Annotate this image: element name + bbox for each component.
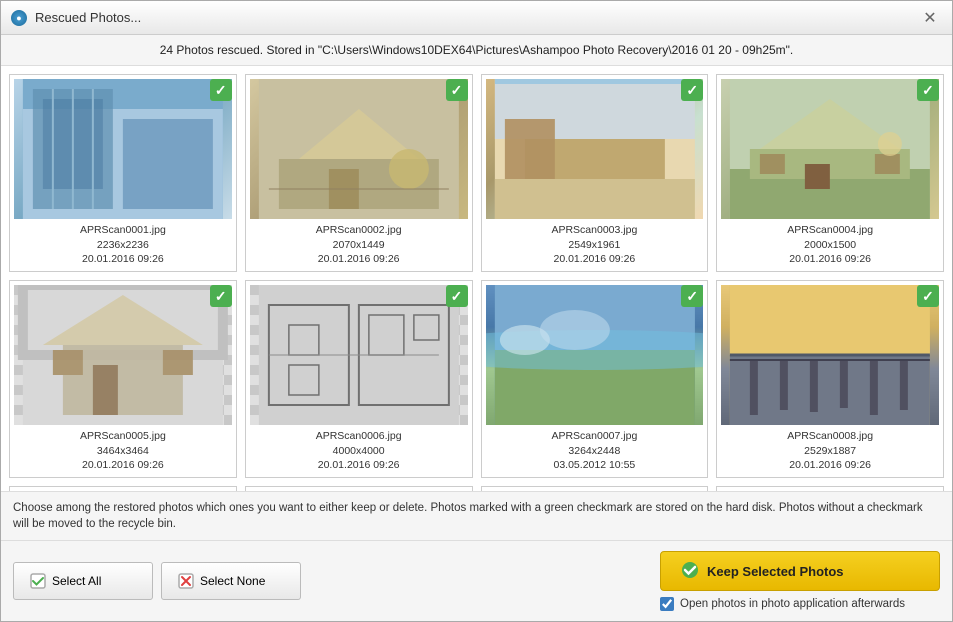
open-after-checkbox-label[interactable]: Open photos in photo application afterwa… [660,597,905,611]
photo-dims: 2236x2236 [80,238,166,253]
select-all-button[interactable]: Select All [13,562,153,600]
select-all-label: Select All [52,574,101,588]
photo-info: APRScan0005.jpg 3464x3464 20.01.2016 09:… [80,429,166,473]
keep-selected-label: Keep Selected Photos [707,564,844,579]
photo-info: APRScan0004.jpg 2000x1500 20.01.2016 09:… [787,223,873,267]
selected-checkmark: ✓ [210,79,232,101]
photo-info: APRScan0008.jpg 2529x1887 20.01.2016 09:… [787,429,873,473]
subtitle-text: 24 Photos rescued. Stored in "C:\Users\W… [160,43,794,57]
photo-info: APRScan0007.jpg 3264x2448 03.05.2012 10:… [551,429,637,473]
photo-dims: 3464x3464 [80,444,166,459]
photo-name: APRScan0001.jpg [80,223,166,238]
open-after-label: Open photos in photo application afterwa… [680,598,905,610]
photo-dims: 2070x1449 [316,238,402,253]
selected-checkmark: ✓ [681,285,703,307]
table-row[interactable]: ✓ [481,486,709,491]
table-row[interactable]: ✓ APRScan0003.jpg 2549x1961 20.01.2016 0… [481,74,709,272]
photo-date: 20.01.2016 09:26 [80,252,166,267]
photo-dims: 2529x1887 [787,444,873,459]
table-row[interactable]: ✓ [245,486,473,491]
photo-name: APRScan0003.jpg [551,223,637,238]
right-actions: Keep Selected Photos Open photos in phot… [660,551,940,611]
selected-checkmark: ✓ [446,285,468,307]
photo-name: APRScan0008.jpg [787,429,873,444]
table-row[interactable]: ✓ [9,486,237,491]
photo-name: APRScan0002.jpg [316,223,402,238]
close-button[interactable]: ✕ [918,6,942,30]
photo-grid-container: ✓ APRScan0001.jpg 2236x2236 20.01.2016 0… [1,66,952,491]
title-bar: ● Rescued Photos... ✕ [1,1,952,35]
photo-name: APRScan0005.jpg [80,429,166,444]
select-all-icon [30,573,46,589]
photo-date: 20.01.2016 09:26 [316,252,402,267]
photo-info: APRScan0003.jpg 2549x1961 20.01.2016 09:… [551,223,637,267]
window-title: Rescued Photos... [35,10,141,25]
table-row[interactable]: ✓ APRScan0006.jpg 4000x4000 20.01.2016 0… [245,280,473,478]
photo-info: APRScan0002.jpg 2070x1449 20.01.2016 09:… [316,223,402,267]
photo-date: 20.01.2016 09:26 [316,458,402,473]
photo-info: APRScan0001.jpg 2236x2236 20.01.2016 09:… [80,223,166,267]
table-row[interactable]: ✓ APRScan0005.jpg 3464x3464 20.01.2016 0… [9,280,237,478]
photo-thumbnail [486,79,704,219]
photo-date: 20.01.2016 09:26 [787,458,873,473]
table-row[interactable]: ✓ APRScan0001.jpg 2236x2236 20.01.2016 0… [9,74,237,272]
main-window: ● Rescued Photos... ✕ 24 Photos rescued.… [0,0,953,622]
photo-thumbnail [721,79,939,219]
app-icon: ● [11,10,27,26]
table-row[interactable]: ✓ APRScan0002.jpg 2070x1449 20.01.2016 0… [245,74,473,272]
photo-thumbnail [250,285,468,425]
title-bar-left: ● Rescued Photos... [11,10,141,26]
selected-checkmark: ✓ [681,79,703,101]
subtitle-bar: 24 Photos rescued. Stored in "C:\Users\W… [1,35,952,66]
select-none-icon [178,573,194,589]
photo-date: 20.01.2016 09:26 [787,252,873,267]
photo-dims: 4000x4000 [316,444,402,459]
table-row[interactable]: ✓ [716,486,944,491]
photo-date: 03.05.2012 10:55 [551,458,637,473]
photo-date: 20.01.2016 09:26 [80,458,166,473]
photo-thumbnail [14,79,232,219]
photo-name: APRScan0004.jpg [787,223,873,238]
photo-thumbnail [14,285,232,425]
photo-grid: ✓ APRScan0001.jpg 2236x2236 20.01.2016 0… [1,66,952,491]
photo-thumbnail [721,285,939,425]
photo-thumbnail [250,79,468,219]
table-row[interactable]: ✓ APRScan0007.jpg 3264x2448 03.05.2012 1… [481,280,709,478]
table-row[interactable]: ✓ APRScan0004.jpg 2000x1500 20.01.2016 0… [716,74,944,272]
select-none-button[interactable]: Select None [161,562,301,600]
photo-thumbnail [486,285,704,425]
selected-checkmark: ✓ [210,285,232,307]
keep-selected-button[interactable]: Keep Selected Photos [660,551,940,591]
photo-date: 20.01.2016 09:26 [551,252,637,267]
photo-name: APRScan0007.jpg [551,429,637,444]
select-none-label: Select None [200,574,265,588]
photo-info: APRScan0006.jpg 4000x4000 20.01.2016 09:… [316,429,402,473]
photo-dims: 2000x1500 [787,238,873,253]
selection-buttons: Select All Select None [13,562,301,600]
selected-checkmark: ✓ [446,79,468,101]
photo-dims: 2549x1961 [551,238,637,253]
bottom-actions: Select All Select None [1,541,952,621]
keep-icon [681,561,699,582]
photo-name: APRScan0006.jpg [316,429,402,444]
photo-dims: 3264x2448 [551,444,637,459]
description-content: Choose among the restored photos which o… [13,502,923,530]
selected-checkmark: ✓ [917,285,939,307]
table-row[interactable]: ✓ APRScan0008.jpg 2529x1887 20.01.2016 0… [716,280,944,478]
description-text: Choose among the restored photos which o… [1,491,952,541]
selected-checkmark: ✓ [917,79,939,101]
open-after-checkbox[interactable] [660,597,674,611]
